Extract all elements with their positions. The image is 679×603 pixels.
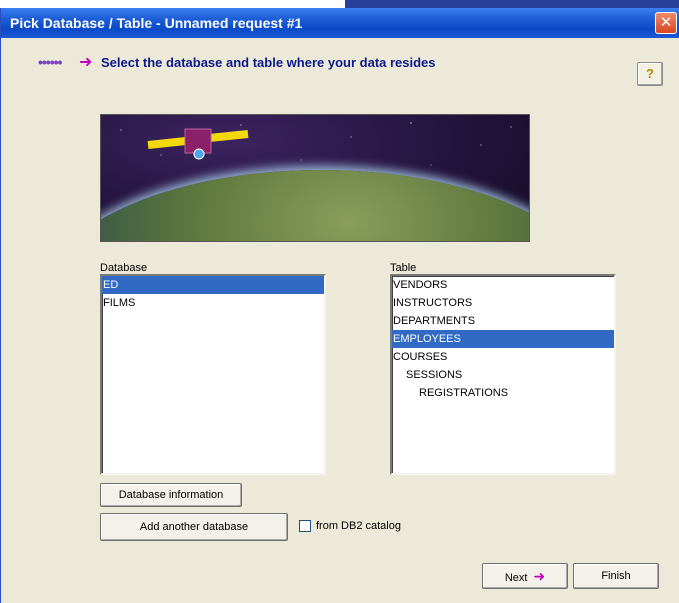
add-another-database-button[interactable]: Add another database — [100, 513, 288, 541]
finish-button[interactable]: Finish — [573, 563, 659, 589]
window-title: Pick Database / Table - Unnamed request … — [10, 15, 303, 31]
table-item-employees[interactable]: EMPLOYEES — [392, 330, 614, 348]
arrow-right-icon: ➜ — [79, 54, 93, 71]
satellite-icon — [120, 122, 512, 166]
next-button-label: Next — [504, 572, 528, 584]
table-item-departments[interactable]: DEPARTMENTS — [392, 312, 614, 330]
close-icon[interactable]: ✕ — [655, 12, 677, 34]
database-item-ed[interactable]: ED — [102, 276, 324, 294]
arrow-right-icon: ➜ — [533, 568, 546, 584]
table-item-sessions[interactable]: SESSIONS — [392, 366, 614, 384]
database-item-films[interactable]: FILMS — [102, 294, 324, 312]
database-listbox[interactable]: ED FILMS — [100, 274, 326, 475]
instruction-text: Select the database and table where your… — [101, 55, 436, 70]
table-listbox[interactable]: VENDORS INSTRUCTORS DEPARTMENTS EMPLOYEE… — [390, 274, 616, 475]
from-db2-catalog-checkbox[interactable] — [299, 520, 311, 532]
title-bar: Pick Database / Table - Unnamed request … — [1, 8, 679, 38]
next-button[interactable]: Next ➜ — [482, 563, 568, 589]
table-item-courses[interactable]: COURSES — [392, 348, 614, 366]
banner-image — [100, 114, 530, 242]
table-item-registrations[interactable]: REGISTRATIONS — [392, 384, 614, 402]
table-item-instructors[interactable]: INSTRUCTORS — [392, 294, 614, 312]
database-label: Database — [100, 262, 148, 274]
database-information-button[interactable]: Database information — [100, 483, 242, 507]
from-db2-catalog-label: from DB2 catalog — [316, 520, 401, 532]
table-item-vendors[interactable]: VENDORS — [392, 276, 614, 294]
table-label: Table — [390, 262, 417, 274]
help-button[interactable]: ? — [637, 62, 663, 86]
dots-decoration: •••••• — [38, 54, 62, 70]
